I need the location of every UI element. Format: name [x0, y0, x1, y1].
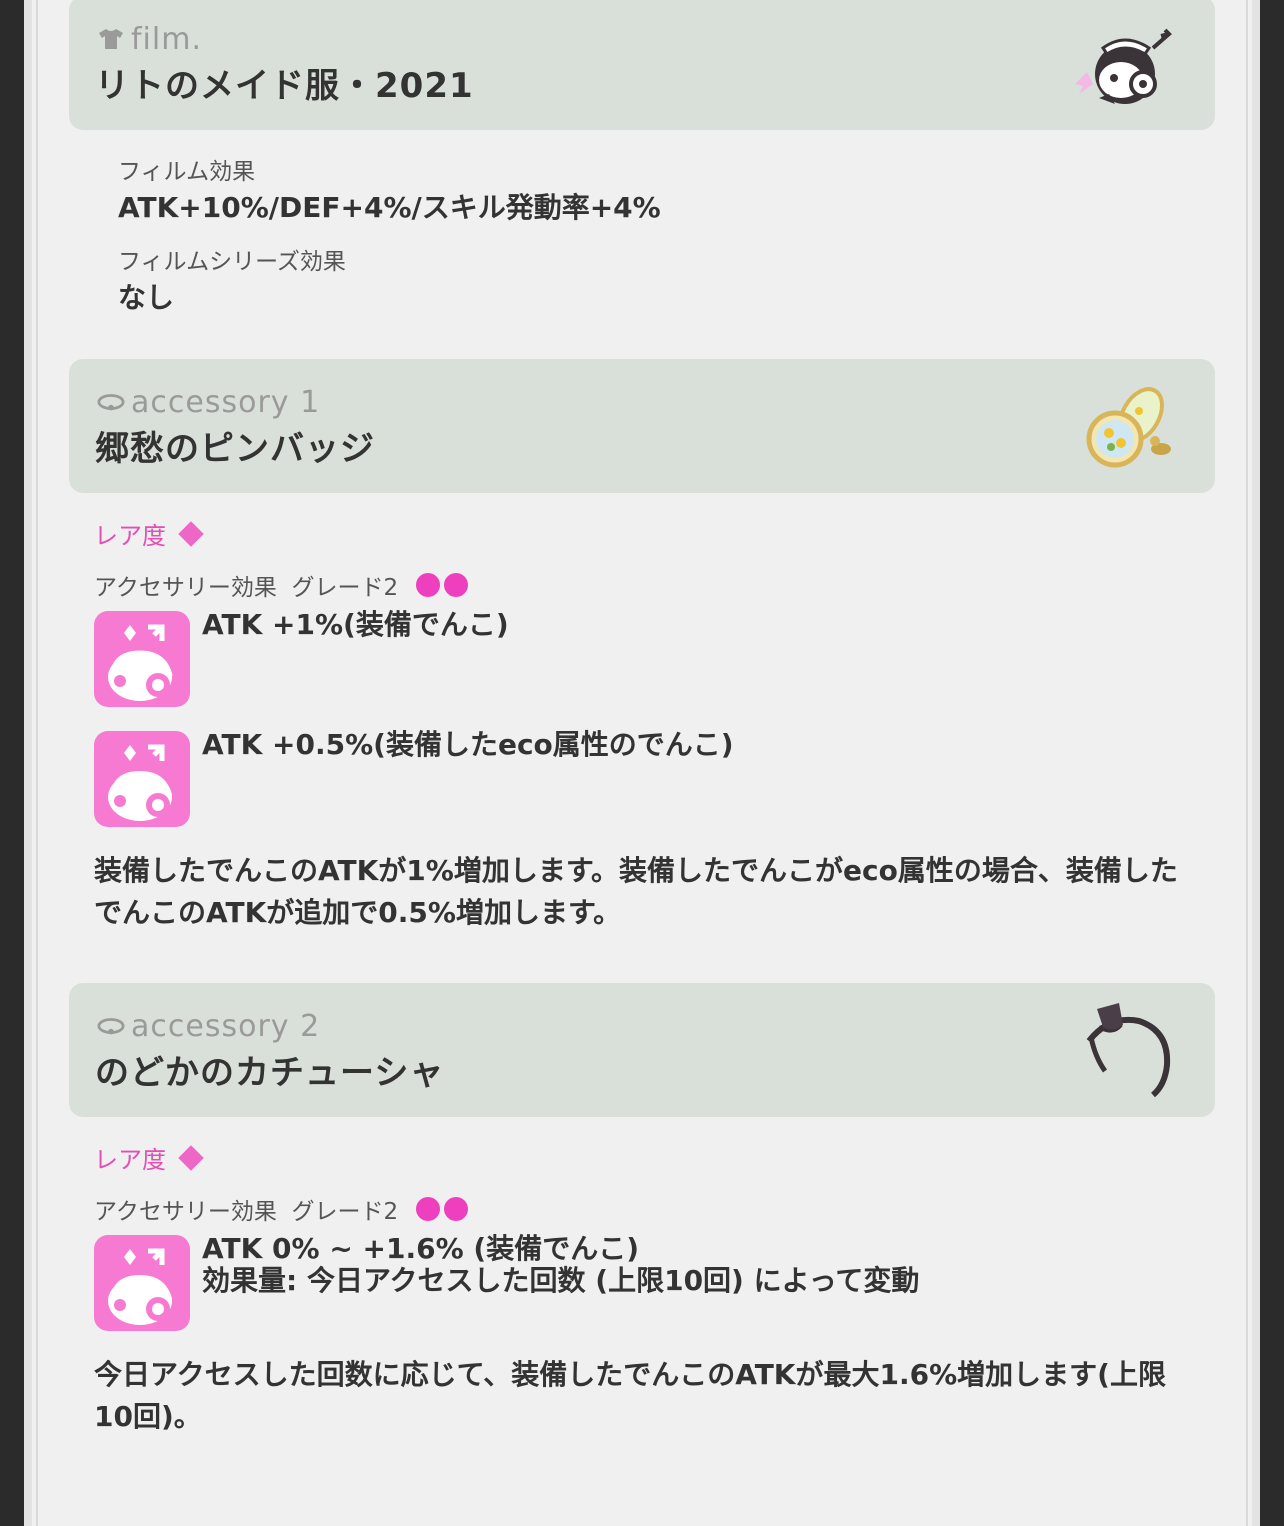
grade-dot [444, 1197, 469, 1221]
maid-character-icon [1069, 14, 1179, 114]
accessory1-effect-2: ATK +0.5%(装備したeco属性のでんこ) [202, 728, 734, 761]
tshirt-icon [97, 25, 125, 53]
accessory2-grade: アクセサリー効果 グレード2 [94, 1192, 469, 1226]
accessory1-rarity: レア度 [94, 516, 204, 551]
film-header[interactable]: film. リトのメイド服・2021 [69, 0, 1215, 130]
film-kind-label: film. [131, 21, 202, 57]
accessory1-description: 装備したでんこのATKが1%増加します。装備したでんこがeco属性の場合、装備し… [94, 854, 1178, 929]
accessory1-kind: accessory 1 [97, 384, 321, 420]
accessory1-grade-label: アクセサリー効果 グレード2 [94, 575, 399, 601]
grade-dots [416, 1197, 469, 1221]
film-series-label: フィルムシリーズ効果 [118, 249, 346, 275]
grade-dot [416, 1197, 441, 1221]
accessory2-header[interactable]: accessory 2 のどかのカチューシャ [69, 983, 1215, 1117]
accessory2-description: 今日アクセスした回数に応じて、装備したでんこのATKが最大1.6%増加します(上… [94, 1358, 1166, 1433]
film-title: リトのメイド服・2021 [95, 66, 474, 106]
accessory2-kind: accessory 2 [97, 1008, 321, 1044]
accessory1-effect-1: ATK +1%(装備でんこ) [202, 608, 509, 641]
accessory1-title: 郷愁のピンバッジ [95, 429, 375, 469]
accessory2-effect-line1: ATK 0% ~ +1.6% (装備でんこ) [202, 1232, 639, 1265]
rarity-diamond-icon [178, 1144, 204, 1171]
film-series-value: なし [118, 281, 175, 314]
effect-character-icon [94, 1235, 190, 1331]
accessory1-rarity-label: レア度 [94, 522, 166, 550]
accessory2-rarity: レア度 [94, 1140, 204, 1175]
accessory2-grade-label: アクセサリー効果 グレード2 [94, 1199, 399, 1225]
detail-panel: film. リトのメイド服・2021 フィルム効果 ATK+10%/DEF+4%… [24, 0, 1260, 1526]
headband-icon [1069, 1001, 1179, 1101]
accessory-icon [97, 1012, 125, 1040]
accessory2-effect-line2: 効果量: 今日アクセスした回数 (上限10回) によって変動 [202, 1264, 920, 1297]
accessory1-header[interactable]: accessory 1 郷愁のピンバッジ [69, 359, 1215, 493]
grade-dot [444, 573, 469, 597]
effect-character-icon [94, 611, 190, 707]
effect-character-icon [94, 731, 190, 827]
rarity-diamond-icon [178, 520, 204, 547]
film-effect-label: フィルム効果 [118, 159, 256, 185]
sunflower-pin-badge-icon [1069, 377, 1179, 477]
grade-dots [416, 573, 469, 597]
accessory-icon [97, 388, 125, 416]
accessory1-grade: アクセサリー効果 グレード2 [94, 568, 469, 602]
grade-dot [416, 573, 441, 597]
accessory2-rarity-label: レア度 [94, 1146, 166, 1174]
accessory1-kind-label: accessory 1 [131, 384, 321, 420]
accessory2-kind-label: accessory 2 [131, 1008, 321, 1044]
film-effect-value: ATK+10%/DEF+4%/スキル発動率+4% [118, 191, 661, 224]
film-kind: film. [97, 21, 202, 57]
accessory2-title: のどかのカチューシャ [95, 1053, 445, 1093]
